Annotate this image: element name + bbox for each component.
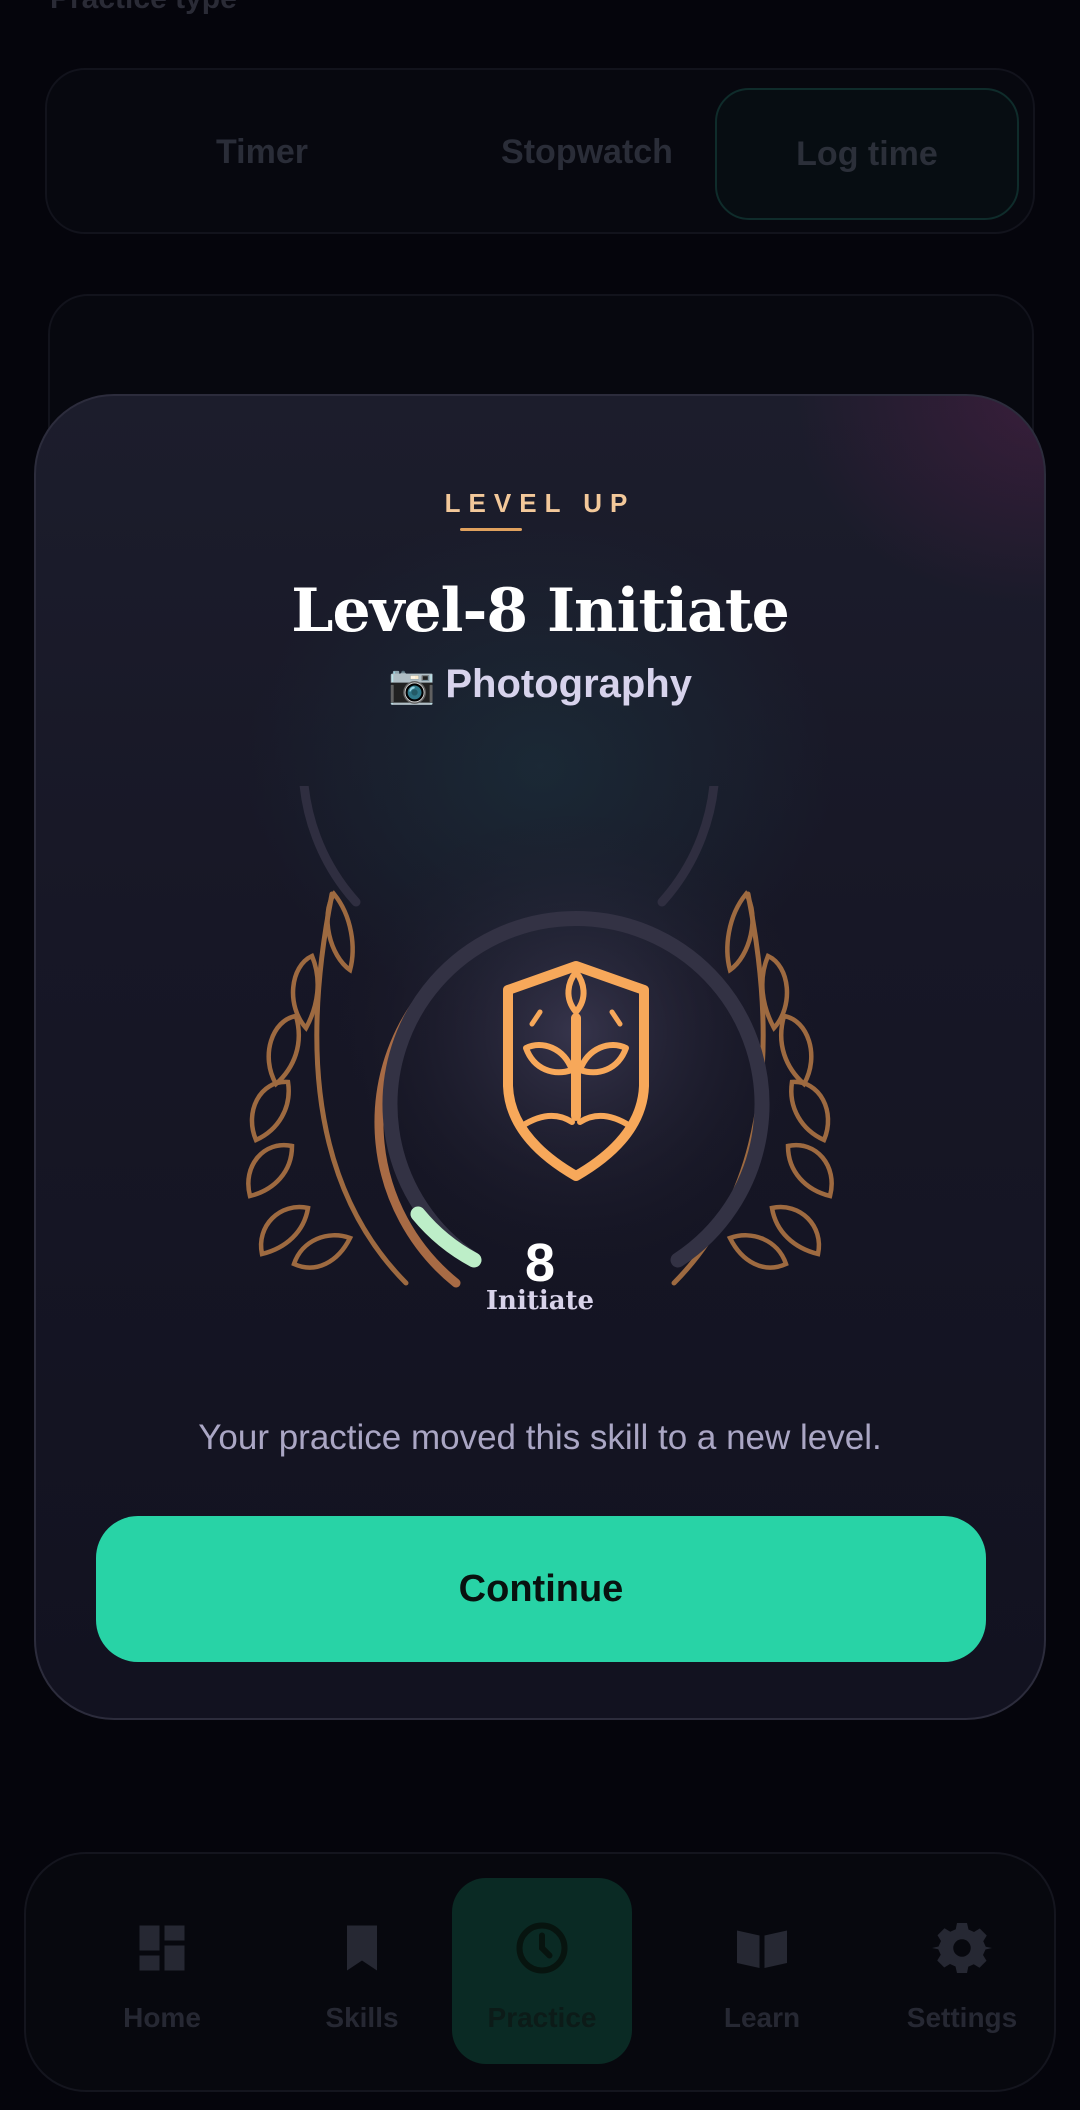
bottom-nav: Home Skills Practice Learn Settings: [24, 1852, 1056, 2092]
practice-type-stopwatch[interactable]: Stopwatch: [437, 88, 737, 216]
nav-label-skills: Skills: [325, 2002, 399, 2033]
nav-item-learn[interactable]: Learn: [672, 1878, 852, 2064]
bookmark-icon: [347, 1925, 377, 1971]
eyebrow-underline: [460, 528, 522, 531]
practice-type-selector: Timer Stopwatch Log time: [45, 68, 1035, 234]
book-icon: [737, 1930, 787, 1968]
camera-icon: 📷: [388, 664, 436, 706]
nav-label-learn: Learn: [723, 2002, 801, 2033]
nav-item-home[interactable]: Home: [72, 1878, 252, 2064]
practice-type-heading: Practice type: [50, 0, 237, 16]
nav-item-skills[interactable]: Skills: [272, 1878, 452, 2064]
level-emblem: [246, 786, 834, 1296]
level-number: 8: [524, 1233, 556, 1293]
level-up-dialog: LEVEL UP Level-8 Initiate 📷Photography: [34, 394, 1046, 1720]
practice-type-timer[interactable]: Timer: [112, 88, 412, 216]
level-title: Level-8 Initiate: [291, 576, 790, 646]
level-up-eyebrow: LEVEL UP: [444, 488, 636, 518]
clock-icon: [516, 1922, 568, 1974]
nav-label-settings: Settings: [906, 2002, 1018, 2033]
level-name: Initiate: [485, 1286, 595, 1316]
nav-item-practice[interactable]: Practice: [452, 1878, 632, 2064]
level-up-message: Your practice moved this skill to a new …: [198, 1418, 882, 1457]
nav-label-home: Home: [123, 2002, 201, 2033]
skill-name: Photography: [445, 662, 692, 706]
nav-label-practice: Practice: [487, 2002, 597, 2033]
dashboard-icon: [139, 1925, 185, 1971]
practice-type-log-time[interactable]: Log time: [715, 88, 1019, 220]
gear-icon: [932, 1923, 992, 1973]
skill-label: 📷 Photography: [36, 662, 1044, 707]
nav-item-settings[interactable]: Settings: [872, 1878, 1052, 2064]
continue-button[interactable]: Continue: [96, 1516, 986, 1662]
